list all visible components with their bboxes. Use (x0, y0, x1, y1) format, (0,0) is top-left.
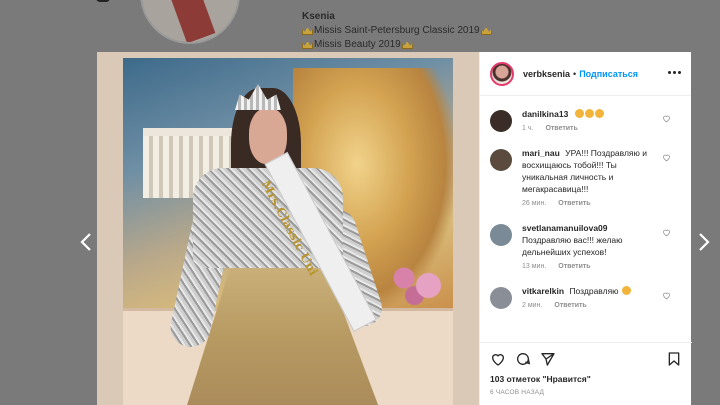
emoji-icon (594, 109, 604, 118)
chevron-left-icon[interactable] (78, 232, 94, 252)
comment-username[interactable]: mari_nau (522, 148, 560, 158)
comment-text: Поздравляю вас!!! желаю дельнейших успех… (522, 235, 623, 257)
bio-line: Missis Saint-Petersburg Classic 2019 (302, 24, 492, 38)
comment-username[interactable]: svetlanamanuilova09 (522, 223, 608, 233)
reply-button[interactable]: Ответить (545, 125, 577, 132)
bio-line: Missis Beauty 2019 (302, 38, 492, 52)
emoji-icon (584, 109, 594, 118)
post-header: verbksenia • Подписаться (480, 52, 691, 96)
comment-time: 2 мин. (522, 302, 543, 309)
bio-line-text: Missis Beauty 2019 (314, 39, 401, 50)
post-sidebar: verbksenia • Подписаться danilkina13 1 ч… (479, 52, 692, 405)
comment: svetlanamanuilova09 Поздравляю вас!!! же… (490, 222, 681, 279)
author-avatar[interactable] (490, 61, 514, 86)
profile-name: Ksenia (302, 11, 335, 22)
reply-button[interactable]: Ответить (554, 302, 586, 309)
crown-icon (480, 27, 492, 35)
crown-icon (302, 27, 313, 35)
heart-icon[interactable] (662, 228, 671, 237)
comment: danilkina13 1 ч. Ответить (490, 108, 681, 141)
author-username[interactable]: verbksenia (523, 69, 570, 79)
heart-icon[interactable] (662, 153, 671, 162)
comment: mari_nau УРА!!! Поздравляю и восхищаюсь … (490, 147, 681, 216)
comment-time: 1 ч. (522, 125, 534, 132)
profile-avatar (140, 0, 240, 44)
post-modal: Mrs.Classic Uni verbksenia • Подписаться… (97, 52, 692, 405)
emoji-icon (574, 109, 584, 118)
bookmark-icon[interactable] (666, 351, 682, 367)
comment-icon[interactable] (515, 351, 531, 367)
comment-avatar[interactable] (490, 224, 512, 246)
post-actions: 103 отметок "Нравится" 6 ЧАСОВ НАЗАД (480, 342, 692, 396)
follow-button[interactable]: Подписаться (579, 69, 638, 79)
separator: • (573, 68, 577, 79)
share-icon[interactable] (540, 351, 556, 367)
comment-time: 26 мин. (522, 200, 547, 207)
post-timestamp: 6 ЧАСОВ НАЗАД (490, 389, 545, 396)
comment-avatar[interactable] (490, 287, 512, 309)
bio-line-text: Missis Saint-Petersburg Classic 2019 (314, 25, 480, 36)
emoji-icon (621, 286, 631, 295)
crown-icon (302, 41, 313, 49)
photo-image: Mrs.Classic Uni (123, 58, 453, 405)
more-options-icon[interactable] (668, 71, 681, 74)
comments-list[interactable]: danilkina13 1 ч. Ответить mari_nau УРА!!… (480, 96, 691, 332)
comment-username[interactable]: danilkina13 (522, 109, 568, 119)
post-photo[interactable]: Mrs.Classic Uni (97, 52, 479, 405)
reply-button[interactable]: Ответить (558, 263, 590, 270)
reply-button[interactable]: Ответить (558, 200, 590, 207)
heart-icon[interactable] (490, 351, 506, 367)
comment: vitkarelkin Поздравляю 2 мин. Ответить (490, 285, 681, 318)
comment-avatar[interactable] (490, 110, 512, 132)
likes-count[interactable]: 103 отметок "Нравится" (490, 374, 682, 384)
chevron-right-icon[interactable] (696, 232, 712, 252)
comment-time: 13 мин. (522, 263, 547, 270)
heart-icon[interactable] (662, 114, 671, 123)
comment-text: Поздравляю (569, 286, 619, 296)
comment-avatar[interactable] (490, 149, 512, 171)
profile-bio: Ksenia Missis Saint-Petersburg Classic 2… (302, 10, 492, 52)
heart-icon[interactable] (662, 291, 671, 300)
profile-header-background: Ksenia Missis Saint-Petersburg Classic 2… (0, 0, 720, 52)
crown-icon (401, 41, 413, 49)
comment-username[interactable]: vitkarelkin (522, 286, 564, 296)
